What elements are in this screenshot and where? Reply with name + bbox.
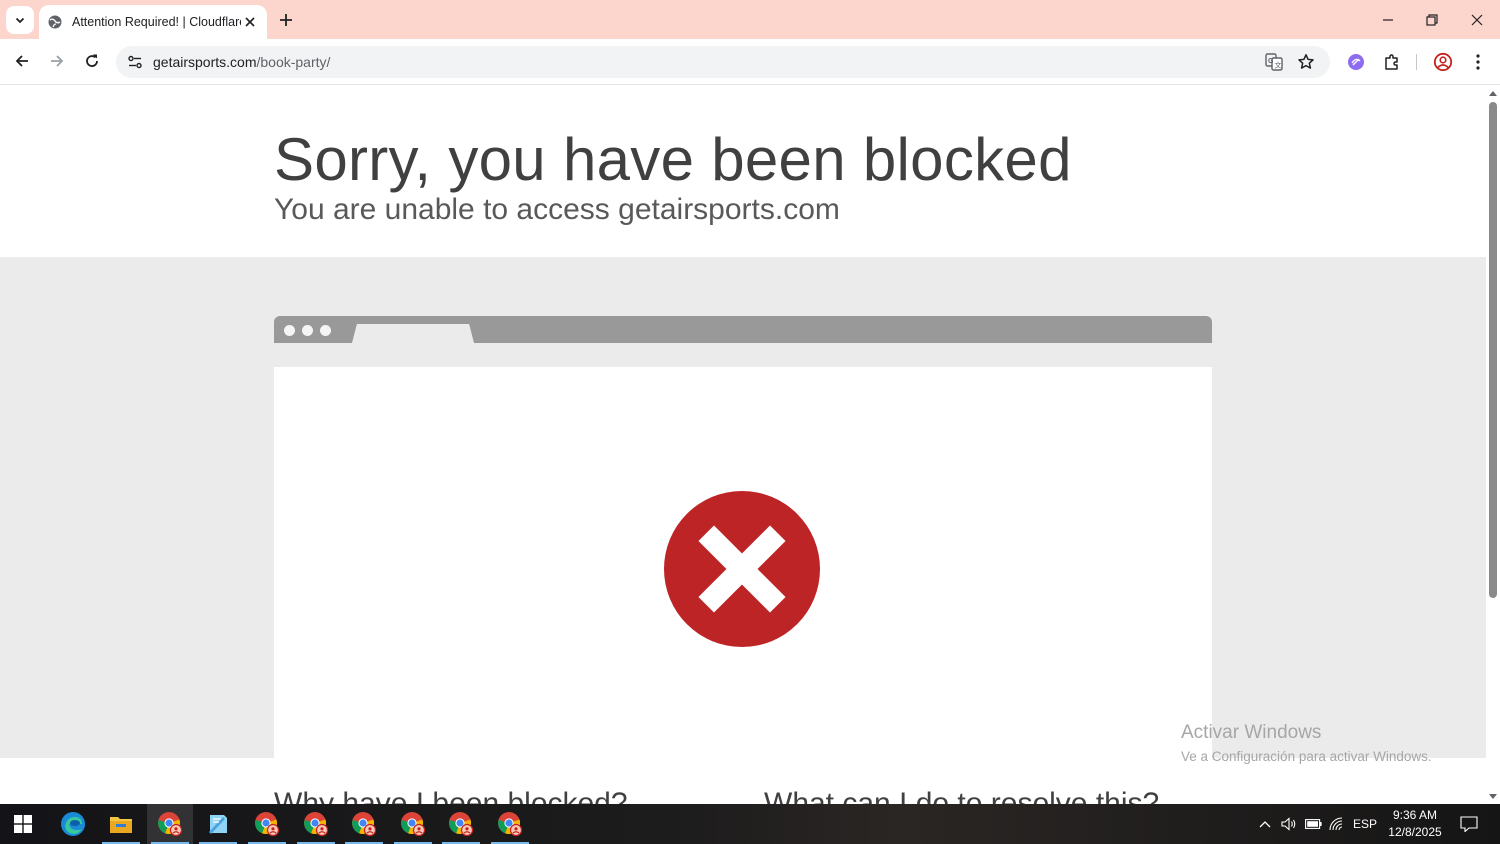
chrome-profile-icon [352,812,377,837]
profile-avatar-icon[interactable] [1430,49,1456,75]
battery-button[interactable] [1302,804,1324,844]
illustration-tab [352,324,474,343]
windows-logo-icon [14,815,32,833]
browser-illustration-bar [274,316,1212,343]
clock[interactable]: 9:36 AM 12/8/2025 [1380,807,1450,841]
url-domain: getairsports.com [153,54,257,70]
url-text[interactable]: getairsports.com/book-party/ [153,54,330,70]
extensions-icon[interactable] [1379,49,1405,75]
reload-button[interactable] [78,47,106,75]
activate-windows-title: Activar Windows [1181,722,1322,743]
scrollbar-thumb[interactable] [1489,102,1497,598]
chrome-profile-icon [449,812,474,837]
site-info-icon[interactable] [122,49,148,75]
restore-button[interactable] [1410,0,1454,39]
arrow-left-icon [15,55,28,67]
chrome-profile-icon [158,812,183,837]
page-subtitle: You are unable to access getairsports.co… [274,193,840,226]
wifi-icon [1329,817,1343,831]
tab-title: Attention Required! | Cloudflare [72,15,241,29]
chrome-profile-icon [401,812,426,837]
taskbar-chrome[interactable] [390,804,436,844]
chrome-profile-icon [255,812,280,837]
taskbar-chrome-active[interactable] [147,804,193,844]
browser-illustration-window [274,367,1212,758]
notifications-button[interactable] [1456,804,1482,844]
close-window-button[interactable] [1455,0,1499,39]
taskbar-chrome[interactable] [293,804,339,844]
forward-button[interactable] [43,47,71,75]
illustration-dot [320,325,331,336]
minimize-button[interactable] [1366,0,1410,39]
svg-text:G: G [1268,58,1274,65]
taskbar-chrome[interactable] [341,804,387,844]
svg-text:文: 文 [1275,61,1282,70]
taskbar-chrome[interactable] [244,804,290,844]
star-icon[interactable] [1294,50,1318,74]
folder-icon [110,817,132,833]
vertical-scrollbar[interactable] [1486,86,1500,804]
edge-icon [61,812,85,836]
activate-windows-subtitle: Ve a Configuración para activar Windows. [1181,749,1432,764]
explanation-section [0,758,1486,804]
input-language-button[interactable]: ESP [1350,804,1380,844]
arrow-right-icon [51,55,64,67]
taskbar-chrome[interactable] [487,804,533,844]
minimize-icon [1383,18,1393,21]
scroll-down-arrow-icon[interactable] [1489,792,1497,800]
clock-date: 12/8/2025 [1388,825,1442,839]
browser-toolbar: getairsports.com/book-party/ G文 [0,39,1500,85]
address-bar[interactable]: getairsports.com/book-party/ G文 [116,46,1330,78]
toolbar-separator [1416,54,1417,70]
volume-button[interactable] [1278,804,1300,844]
back-button[interactable] [8,47,36,75]
chrome-profile-icon [304,812,329,837]
tab-strip: Attention Required! | Cloudflare [0,0,1500,39]
taskbar-chrome[interactable] [438,804,484,844]
translate-icon[interactable]: G文 [1262,50,1286,74]
notification-icon [1460,816,1478,832]
start-button[interactable] [0,804,46,844]
chrome-profile-icon [498,812,523,837]
notepad-icon [209,815,227,834]
scroll-up-arrow-icon[interactable] [1489,90,1497,98]
taskbar-notepad[interactable] [195,804,241,844]
windows-taskbar: ESP 9:36 AM 12/8/2025 [0,804,1500,844]
block-header: Sorry, you have been blocked You are una… [0,86,1486,257]
page-title: Sorry, you have been blocked [274,126,1072,193]
why-blocked-heading: Why have I been blocked? [274,787,628,804]
speaker-icon [1281,817,1296,831]
chevron-up-icon [1259,821,1271,828]
chevron-down-icon [15,17,25,24]
gemini-extension-icon[interactable] [1343,49,1369,75]
resolve-heading: What can I do to resolve this? [764,787,1160,804]
plus-icon [280,14,292,26]
illustration-dot [284,325,295,336]
url-path: /book-party/ [256,54,331,70]
battery-icon [1304,819,1322,829]
illustration-dot [302,325,313,336]
clock-time: 9:36 AM [1392,808,1438,822]
menu-kebab-icon[interactable] [1465,49,1491,75]
reload-icon [86,54,98,67]
close-icon [1471,14,1483,25]
page-viewport: Sorry, you have been blocked You are una… [0,86,1486,804]
tab-search-button[interactable] [6,6,34,34]
taskbar-file-explorer[interactable] [98,804,144,844]
globe-icon [47,14,63,30]
show-hidden-icons-button[interactable] [1254,804,1276,844]
error-x-icon [664,491,820,647]
taskbar-edge[interactable] [50,804,96,844]
close-tab-icon[interactable] [241,13,259,31]
restore-icon [1426,13,1438,26]
network-button[interactable] [1326,804,1348,844]
new-tab-button[interactable] [274,8,298,32]
browser-tab[interactable]: Attention Required! | Cloudflare [39,5,267,39]
